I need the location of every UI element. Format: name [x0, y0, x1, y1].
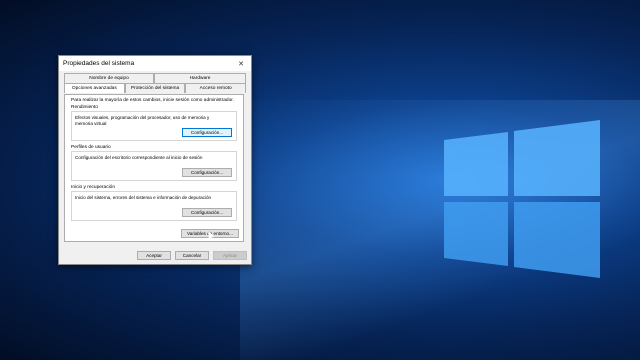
cancel-button[interactable]: Cancelar	[175, 251, 209, 260]
startup-title: Inicio y recuperación	[71, 185, 115, 190]
performance-description: Efectos visuales, programación del proce…	[75, 115, 210, 126]
user-profiles-group: Perfiles de usuario Configuración del es…	[71, 145, 237, 182]
profiles-description: Configuración del escritorio correspondi…	[75, 155, 203, 160]
close-icon[interactable]: ✕	[235, 60, 247, 68]
tab-hardware[interactable]: Hardware	[154, 73, 246, 83]
performance-group: Rendimiento Efectos visuales, programaci…	[71, 105, 237, 142]
startup-description: Inicio del sistema, errores del sistema …	[75, 195, 212, 200]
performance-settings-button[interactable]: Configuración...	[182, 128, 232, 137]
profiles-title: Perfiles de usuario	[71, 145, 111, 150]
ok-button[interactable]: Aceptar	[137, 251, 171, 260]
tab-computer-name[interactable]: Nombre de equipo	[64, 73, 154, 83]
tab-advanced-options[interactable]: Opciones avanzadas	[64, 83, 125, 93]
startup-settings-button[interactable]: Configuración...	[182, 208, 232, 217]
advanced-options-panel: Para realizar la mayoría de estos cambio…	[64, 94, 244, 242]
dialog-titlebar: Propiedades del sistema ✕	[59, 56, 251, 71]
dialog-title: Propiedades del sistema	[63, 60, 135, 67]
performance-title: Rendimiento	[71, 105, 98, 110]
admin-notice: Para realizar la mayoría de estos cambio…	[71, 98, 234, 103]
startup-recovery-group: Inicio y recuperación Inicio del sistema…	[71, 185, 237, 222]
tab-remote-access[interactable]: Acceso remoto	[185, 83, 247, 93]
tab-system-protection[interactable]: Protección del sistema	[124, 83, 186, 93]
tab-strip: Nombre de equipo Hardware Opciones avanz…	[64, 73, 247, 95]
system-properties-dialog: Propiedades del sistema ✕ Nombre de equi…	[58, 55, 252, 265]
profiles-settings-button[interactable]: Configuración...	[182, 168, 232, 177]
apply-button[interactable]: Aplicar	[213, 251, 247, 260]
